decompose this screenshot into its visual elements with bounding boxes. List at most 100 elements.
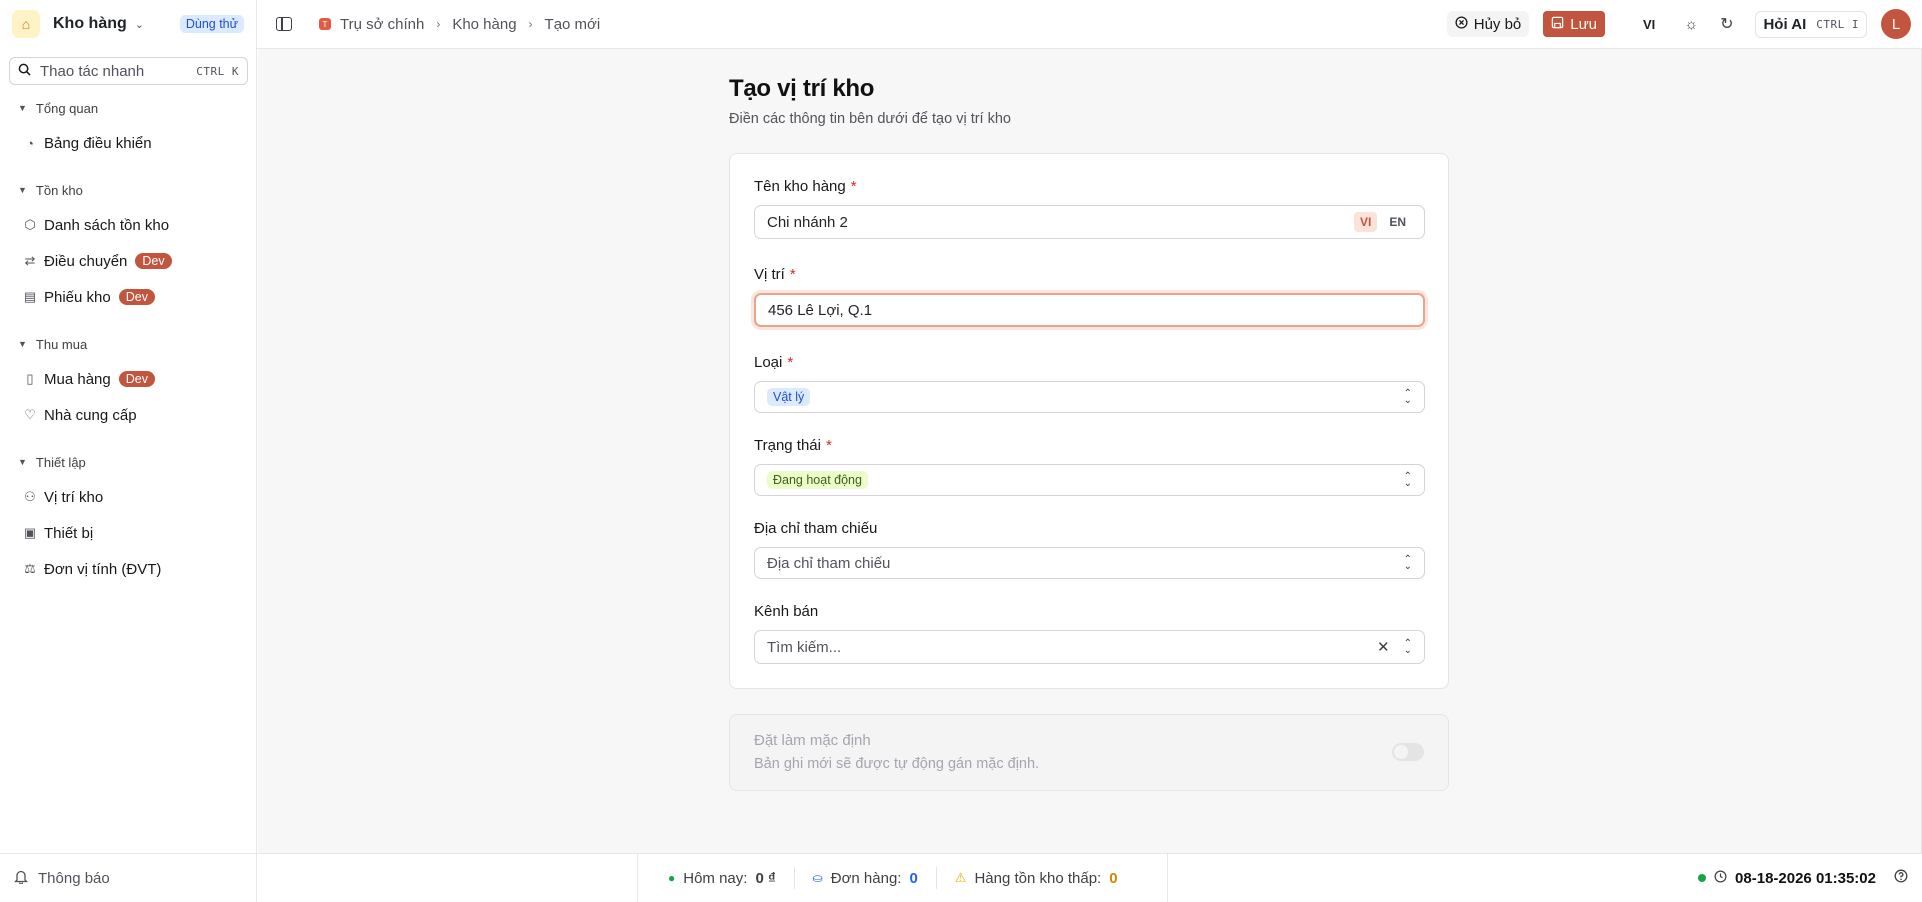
- location-label: Vị trí *: [754, 266, 796, 283]
- sidebar-item-purchase[interactable]: ▯ Mua hàng Dev: [22, 366, 155, 392]
- stat-orders-value: 0: [909, 869, 918, 887]
- type-label-text: Loại: [754, 354, 783, 371]
- chevron-up-down-icon[interactable]: ⌃ ⌄: [1404, 639, 1412, 656]
- location-input[interactable]: 456 Lê Lợi, Q.1: [754, 293, 1425, 327]
- reference-address-placeholder: Địa chỉ tham chiếu: [767, 554, 891, 572]
- reference-address-label: Địa chỉ tham chiếu: [754, 520, 878, 537]
- group-overview-header[interactable]: ▼ Tổng quan: [0, 98, 98, 118]
- chart-pie-icon: ◔: [26, 135, 34, 151]
- dev-badge: Dev: [118, 371, 155, 387]
- chevron-up-down-icon: ⌃ ⌄: [1403, 554, 1412, 572]
- name-input[interactable]: Chi nhánh 2 VI EN: [754, 205, 1425, 239]
- type-label: Loại *: [754, 354, 793, 371]
- quick-action-shortcut: CTRL K: [196, 64, 239, 78]
- required-mark: *: [787, 354, 794, 371]
- stat-low-stock: ⚠ Hàng tồn kho thấp: 0: [955, 870, 1118, 887]
- stat-today: ● Hôm nay: 0 ₫: [668, 870, 776, 887]
- group-purchasing-header[interactable]: ▼ Thu mua: [0, 334, 87, 354]
- divider: [935, 867, 937, 889]
- sales-channel-placeholder: Tìm kiếm...: [767, 638, 842, 656]
- status-chip: Đang hoạt động: [767, 471, 868, 489]
- set-default-switch[interactable]: [1392, 743, 1424, 761]
- status-label-text: Trạng thái: [754, 437, 821, 454]
- avatar[interactable]: L: [1881, 9, 1911, 39]
- sidebar-item-units[interactable]: ⚖ Đơn vị tính (ĐVT): [22, 556, 161, 582]
- ask-ai-shortcut: CTRL I: [1816, 17, 1859, 31]
- scale-icon: ⚖: [24, 561, 36, 576]
- sidebar-item-label: Bảng điều khiển: [44, 134, 152, 152]
- refresh-icon[interactable]: ↻: [1720, 14, 1733, 34]
- breadcrumb-org[interactable]: Trụ sở chính: [340, 16, 424, 33]
- chevron-right-icon: ›: [436, 17, 441, 31]
- ask-ai-label: Hỏi AI: [1763, 15, 1807, 33]
- warning-icon: ⚠: [954, 870, 967, 885]
- online-indicator: [1698, 874, 1707, 882]
- sidebar-item-suppliers[interactable]: ♡ Nhà cung cấp: [22, 402, 136, 428]
- quick-action-search[interactable]: Thao tác nhanh CTRL K: [9, 57, 248, 85]
- stat-low-stock-label: Hàng tồn kho thấp:: [974, 869, 1102, 887]
- close-circle-icon: [1455, 15, 1468, 33]
- group-inventory-header[interactable]: ▼ Tồn kho: [0, 180, 83, 200]
- dev-badge: Dev: [135, 253, 172, 269]
- brand-name: Kho hàng: [53, 15, 127, 32]
- dev-badge: Dev: [118, 289, 155, 305]
- lang-tab-vi[interactable]: VI: [1353, 212, 1378, 232]
- quick-action-placeholder: Thao tác nhanh: [40, 62, 145, 80]
- sidebar-toggle-icon[interactable]: [276, 17, 292, 31]
- save-icon: [1551, 16, 1564, 33]
- sun-icon[interactable]: ☼: [1684, 16, 1698, 33]
- handshake-icon: ♡: [24, 407, 36, 422]
- chevron-up-down-icon: ⌃ ⌄: [1403, 388, 1412, 406]
- breadcrumb-warehouse[interactable]: Kho hàng: [452, 16, 516, 33]
- brand-switcher[interactable]: ⌂ Kho hàng ⌄ Dùng thử: [0, 0, 256, 48]
- notifications-label: Thông báo: [38, 869, 110, 887]
- breadcrumb-current: Tạo mới: [544, 15, 601, 33]
- chevron-down-icon: ▼: [18, 457, 27, 467]
- sidebar-item-inventory-list[interactable]: ⬡ Danh sách tồn kho: [22, 212, 169, 238]
- status-label: Trạng thái *: [754, 437, 832, 454]
- cancel-button[interactable]: Hủy bỏ: [1446, 11, 1530, 37]
- stat-low-stock-value: 0: [1109, 869, 1118, 887]
- main-content: Tạo vị trí kho Điền các thông tin bên dư…: [258, 49, 1921, 853]
- required-mark: *: [850, 178, 857, 195]
- sidebar-item-transfer[interactable]: ⇄ Điều chuyển Dev: [22, 248, 172, 274]
- chevron-right-icon: ›: [528, 17, 533, 31]
- clear-icon[interactable]: ✕: [1377, 638, 1390, 656]
- name-label-text: Tên kho hàng: [754, 178, 846, 195]
- language-tabs: VI EN: [1353, 212, 1412, 232]
- language-toggle[interactable]: VI: [1643, 17, 1655, 32]
- boxes-icon: ⬡: [24, 217, 36, 232]
- document-icon: ▯: [26, 371, 34, 386]
- group-title: Thiết lập: [35, 454, 86, 470]
- sales-channel-combobox[interactable]: Tìm kiếm... ✕ ⌃ ⌄: [754, 630, 1425, 664]
- status-select[interactable]: Đang hoạt động ⌃ ⌄: [754, 464, 1425, 496]
- group-title: Tổng quan: [35, 100, 99, 116]
- sidebar-item-dashboard[interactable]: ◔ Bảng điều khiển: [22, 130, 152, 156]
- set-default-card: Đặt làm mặc định Bản ghi mới sẽ được tự …: [729, 714, 1449, 791]
- required-mark: *: [825, 437, 832, 454]
- help-icon[interactable]: [1894, 869, 1908, 887]
- required-mark: *: [789, 266, 796, 283]
- cancel-label: Hủy bỏ: [1473, 15, 1522, 33]
- type-select[interactable]: Vật lý ⌃ ⌄: [754, 381, 1425, 413]
- notifications-button[interactable]: Thông báo: [0, 854, 257, 902]
- lang-tab-en[interactable]: EN: [1383, 212, 1412, 232]
- group-settings-header[interactable]: ▼ Thiết lập: [0, 452, 86, 472]
- sidebar-item-stock-slip[interactable]: ▤ Phiếu kho Dev: [22, 284, 155, 310]
- location-label-text: Vị trí: [754, 266, 785, 283]
- sales-channel-label: Kênh bán: [754, 603, 819, 620]
- sidebar-item-warehouse-location[interactable]: ⚇ Vị trí kho: [22, 484, 103, 510]
- ask-ai-button[interactable]: Hỏi AI CTRL I: [1755, 10, 1867, 38]
- group-title: Thu mua: [35, 336, 88, 352]
- page-title: Tạo vị trí kho: [729, 75, 875, 102]
- stat-today-label: Hôm nay:: [683, 869, 748, 887]
- users-icon: ⚇: [24, 489, 36, 504]
- clipboard-icon: ▤: [23, 289, 37, 304]
- stat-orders-label: Đơn hàng:: [830, 869, 902, 887]
- clock-icon: [1714, 870, 1727, 887]
- save-button[interactable]: Lưu: [1543, 11, 1606, 37]
- sidebar-item-devices[interactable]: ▣ Thiết bị: [22, 520, 93, 546]
- location-value: 456 Lê Lợi, Q.1: [768, 301, 873, 319]
- reference-address-select[interactable]: Địa chỉ tham chiếu ⌃ ⌄: [754, 547, 1425, 579]
- top-bar: T Trụ sở chính › Kho hàng › Tạo mới Hủy …: [257, 0, 1922, 49]
